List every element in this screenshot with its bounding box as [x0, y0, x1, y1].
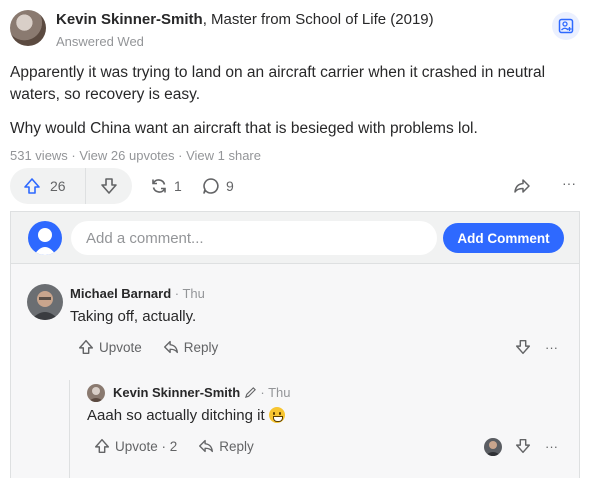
comment-count: 9: [226, 178, 234, 194]
upvote-arrow-icon: [77, 338, 95, 356]
reply-reply-button[interactable]: Reply: [193, 437, 254, 455]
reshare-button[interactable]: 1: [144, 176, 182, 196]
comment-actions: Upvote Reply: [73, 338, 234, 356]
author-line: Kevin Skinner-Smith, Master from School …: [56, 11, 434, 28]
comment-bubble-icon: [201, 176, 221, 196]
upvote-button[interactable]: 26: [10, 168, 86, 204]
reply-header: Kevin Skinner-Smith · Thu: [113, 385, 290, 400]
reply-item: Kevin Skinner-Smith · Thu Aaah so actual…: [71, 372, 579, 478]
answer-paragraph: Apparently it was trying to land on an a…: [10, 64, 546, 103]
reply-upvote-button[interactable]: Upvote · 2: [89, 437, 177, 455]
reply-icon: [162, 338, 180, 356]
reshare-icon: [149, 176, 169, 196]
more-options-button[interactable]: ···: [562, 175, 576, 191]
reply-label: Reply: [219, 438, 254, 454]
comments-button[interactable]: 9: [196, 176, 234, 196]
reply-time[interactable]: · Thu: [257, 385, 290, 400]
reshare-count: 1: [174, 178, 182, 194]
comment-input[interactable]: Add a comment...: [71, 221, 437, 255]
upvote-arrow-icon: [22, 176, 42, 196]
downvote-arrow-icon[interactable]: [514, 437, 532, 455]
share-icon[interactable]: [512, 176, 532, 196]
comment-item: Michael Barnard · Thu Taking off, actual…: [11, 264, 579, 364]
upvote-arrow-icon: [93, 437, 111, 455]
answer-header: Kevin Skinner-Smith, Master from School …: [10, 8, 580, 52]
reply-text-body: Aaah so actually ditching it: [87, 407, 265, 424]
reply-text: Aaah so actually ditching it: [87, 407, 285, 424]
replier-avatar[interactable]: [87, 384, 105, 402]
downvote-arrow-icon: [99, 176, 119, 196]
author-credential: , Master from School of Life (2019): [202, 11, 434, 28]
grinning-emoji-icon: [268, 407, 285, 423]
add-to-space-button[interactable]: [552, 12, 580, 40]
reply-icon: [197, 437, 215, 455]
vote-pill: 26: [10, 168, 132, 204]
answer-stats[interactable]: 531 views · View 26 upvotes · View 1 sha…: [10, 148, 261, 163]
author-name[interactable]: Kevin Skinner-Smith: [56, 11, 203, 28]
downvote-arrow-icon[interactable]: [514, 338, 532, 356]
reply-thread-line: [69, 380, 70, 478]
answered-time[interactable]: Answered Wed: [56, 34, 144, 49]
add-person-icon: [558, 18, 574, 34]
comment-header: Michael Barnard · Thu: [70, 286, 205, 301]
comment-reply-button[interactable]: Reply: [158, 338, 219, 356]
reply-label: Reply: [183, 339, 219, 355]
commenter-avatar[interactable]: [27, 284, 63, 320]
upvote-count: 26: [50, 178, 66, 194]
reply-more-button[interactable]: ···: [545, 439, 558, 454]
upvote-label: Upvote · 2: [115, 438, 178, 454]
add-comment-button[interactable]: Add Comment: [443, 223, 564, 253]
comment-more-button[interactable]: ···: [545, 340, 558, 355]
answer-action-bar: 26 1 9 ···: [10, 168, 580, 204]
add-comment-row: Add a comment... Add Comment: [11, 212, 579, 264]
downvote-button[interactable]: [86, 168, 132, 204]
pencil-icon: [244, 386, 257, 399]
upvote-label: Upvote: [99, 339, 142, 355]
author-avatar[interactable]: [10, 10, 46, 46]
comment-time[interactable]: · Thu: [171, 286, 205, 301]
comment-text: Taking off, actually.: [70, 308, 197, 325]
current-user-avatar: [28, 221, 62, 255]
commenter-name[interactable]: Michael Barnard: [70, 286, 171, 301]
comment-upvote-button[interactable]: Upvote: [73, 338, 142, 356]
replier-name[interactable]: Kevin Skinner-Smith: [113, 385, 240, 400]
answer-paragraph: Why would China want an aircraft that is…: [10, 120, 478, 137]
reply-actions: Upvote · 2 Reply: [89, 437, 270, 455]
upvoter-avatar[interactable]: [484, 438, 502, 456]
comments-section: Add a comment... Add Comment Michael Bar…: [10, 211, 580, 478]
